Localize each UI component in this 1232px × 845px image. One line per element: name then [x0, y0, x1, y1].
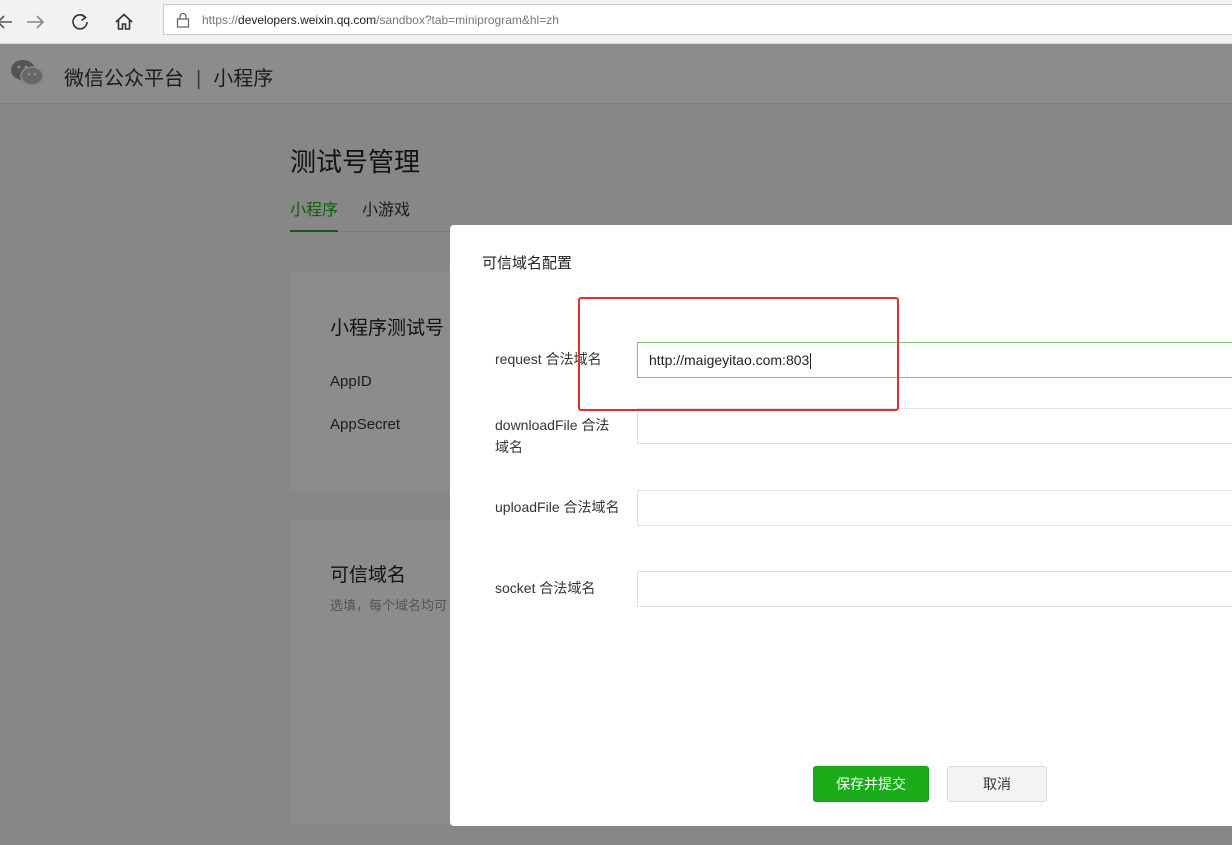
browser-toolbar: https://developers.weixin.qq.com/sandbox…: [0, 0, 1232, 44]
url-text: https://developers.weixin.qq.com/sandbox…: [202, 13, 559, 27]
lock-icon: [176, 12, 190, 28]
home-icon[interactable]: [110, 8, 138, 36]
url-prefix: https://: [202, 12, 239, 27]
save-submit-button[interactable]: 保存并提交: [813, 766, 929, 802]
trusted-domain-dialog: 可信域名配置 request 合法域名 http://maigeyitao.co…: [450, 225, 1232, 826]
url-host: developers.weixin.qq.com: [238, 12, 377, 27]
dialog-title: 可信域名配置: [482, 255, 573, 272]
downloadfile-domain-input[interactable]: [637, 408, 1232, 444]
url-path: /sandbox?tab=miniprogram&hl=zh: [376, 12, 559, 27]
request-domain-input[interactable]: http://maigeyitao.com:803: [637, 342, 1232, 378]
refresh-icon[interactable]: [66, 8, 94, 36]
back-icon[interactable]: [0, 8, 18, 36]
forward-icon[interactable]: [22, 8, 50, 36]
request-domain-value: http://maigeyitao.com:803: [649, 352, 810, 368]
cancel-button[interactable]: 取消: [947, 766, 1047, 802]
address-bar[interactable]: https://developers.weixin.qq.com/sandbox…: [163, 4, 1232, 35]
socket-domain-input[interactable]: [637, 571, 1232, 607]
socket-domain-label: socket 合法域名: [495, 580, 596, 596]
request-domain-label: request 合法域名: [495, 351, 602, 367]
text-caret: [810, 353, 812, 370]
downloadfile-domain-label: downloadFile 合法域名: [495, 417, 610, 455]
uploadfile-domain-label: uploadFile 合法域名: [495, 499, 620, 515]
uploadfile-domain-input[interactable]: [637, 490, 1232, 526]
